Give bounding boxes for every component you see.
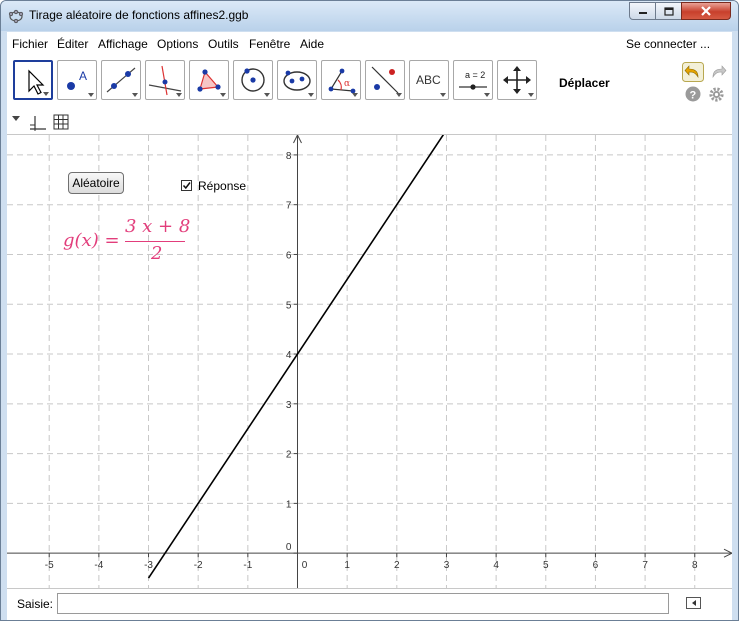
tool-point[interactable]: A (57, 60, 97, 100)
formula-numerator: 3 x + 8 (125, 216, 191, 237)
app-window: Tirage aléatoire de fonctions affines2.g… (0, 0, 739, 621)
menu-affichage[interactable]: Affichage (98, 37, 148, 51)
x-tick-label: 6 (593, 560, 599, 571)
angle-label: α (344, 79, 350, 89)
response-checkbox-label[interactable]: Réponse (198, 179, 246, 193)
menu-fichier[interactable]: Fichier (12, 37, 48, 51)
x-tick-label: 2 (394, 560, 400, 571)
tool-slider[interactable]: a = 2 (453, 60, 493, 100)
geogebra-app-icon (8, 9, 24, 24)
menu-editer[interactable]: Éditer (57, 37, 88, 51)
formula-lhs: g(x) = (63, 230, 120, 251)
close-button[interactable] (681, 2, 731, 20)
grid-icon[interactable] (53, 114, 69, 130)
point-label: A (79, 69, 87, 83)
x-tick-label: 0 (302, 560, 308, 571)
axes-icon[interactable] (29, 115, 47, 131)
undo-icon[interactable] (682, 62, 704, 82)
menu-bar: Fichier Éditer Affichage Options Outils … (7, 32, 732, 56)
y-tick-label: 1 (286, 499, 292, 510)
minimize-button[interactable] (629, 2, 656, 20)
tool-reflect[interactable] (365, 60, 405, 100)
x-tick-label: 3 (444, 560, 450, 571)
tool-conic[interactable] (277, 60, 317, 100)
gear-icon[interactable] (708, 86, 725, 103)
svg-text:?: ? (690, 90, 697, 102)
y-tick-label: 3 (286, 400, 292, 411)
tool-text[interactable]: ABC (409, 60, 449, 100)
graphics-canvas[interactable]: -5 -4 -3 -2 -1 0 1 2 3 4 5 6 7 8 0 1 2 3 4 5 6 7 8 (7, 135, 732, 588)
menu-aide[interactable]: Aide (300, 37, 324, 51)
window-title: Tirage aléatoire de fonctions affines2.g… (29, 8, 249, 22)
random-button[interactable]: Aléatoire (68, 172, 124, 194)
tool-polygon[interactable] (189, 60, 229, 100)
x-tick-label: 5 (543, 560, 549, 571)
tool-line[interactable] (101, 60, 141, 100)
input-bar: Saisie: (7, 588, 732, 620)
fraction-bar (125, 241, 185, 242)
x-tick-label: -2 (194, 560, 203, 571)
tool-move-view[interactable] (497, 60, 537, 100)
toolbar: A α ABC a = 2 Déplacer ? (7, 56, 732, 110)
tool-circle[interactable] (233, 60, 273, 100)
y-tick-label: 8 (286, 151, 292, 162)
y-tick-label: 7 (286, 201, 292, 212)
help-icon[interactable]: ? (685, 86, 701, 102)
tick-labels: -5 -4 -3 -2 -1 0 1 2 3 4 5 6 7 8 0 1 2 3 4 5 6 7 8 (45, 151, 698, 571)
response-checkbox[interactable] (181, 180, 192, 191)
graphics-view[interactable]: -5 -4 -3 -2 -1 0 1 2 3 4 5 6 7 8 0 1 2 3 4 5 6 7 8 Aléatoire R… (7, 135, 732, 588)
close-icon (701, 6, 711, 16)
grid (7, 135, 732, 588)
formula-denominator: 2 (151, 243, 163, 264)
y-tick-label: 0 (286, 542, 292, 553)
tool-perpendicular[interactable] (145, 60, 185, 100)
maximize-button[interactable] (655, 2, 682, 20)
menu-options[interactable]: Options (157, 37, 198, 51)
input-label: Saisie: (17, 597, 54, 611)
x-tick-label: 8 (692, 560, 698, 571)
x-tick-label: -5 (45, 560, 54, 571)
x-tick-label: -4 (94, 560, 103, 571)
x-tick-label: 7 (642, 560, 648, 571)
text-tool-label: ABC (416, 73, 441, 87)
style-bar (7, 110, 732, 135)
triangle-toggle-icon[interactable] (12, 116, 20, 122)
checkmark-icon (182, 182, 191, 190)
y-tick-label: 5 (286, 300, 292, 311)
tool-angle[interactable]: α (321, 60, 361, 100)
x-tick-label: 1 (344, 560, 350, 571)
input-help-button[interactable] (686, 597, 701, 609)
y-tick-label: 6 (286, 250, 292, 261)
axes (7, 135, 732, 588)
input-field[interactable] (57, 593, 669, 614)
x-tick-label: -1 (243, 560, 252, 571)
menu-outils[interactable]: Outils (208, 37, 239, 51)
client-area: Fichier Éditer Affichage Options Outils … (7, 32, 732, 620)
redo-icon[interactable] (707, 62, 729, 82)
slider-label: a = 2 (465, 70, 485, 80)
signin-link[interactable]: Se connecter ... (626, 37, 710, 51)
tool-title: Déplacer (559, 76, 610, 90)
x-tick-label: 4 (493, 560, 499, 571)
tool-move[interactable] (13, 60, 53, 100)
y-tick-label: 2 (286, 450, 292, 461)
menu-fenetre[interactable]: Fenêtre (249, 37, 290, 51)
input-help-icon (691, 600, 696, 606)
y-tick-label: 4 (286, 350, 292, 361)
title-bar[interactable]: Tirage aléatoire de fonctions affines2.g… (1, 1, 738, 31)
minimize-icon (638, 12, 647, 14)
maximize-icon (663, 6, 674, 16)
x-tick-label: -3 (144, 560, 153, 571)
